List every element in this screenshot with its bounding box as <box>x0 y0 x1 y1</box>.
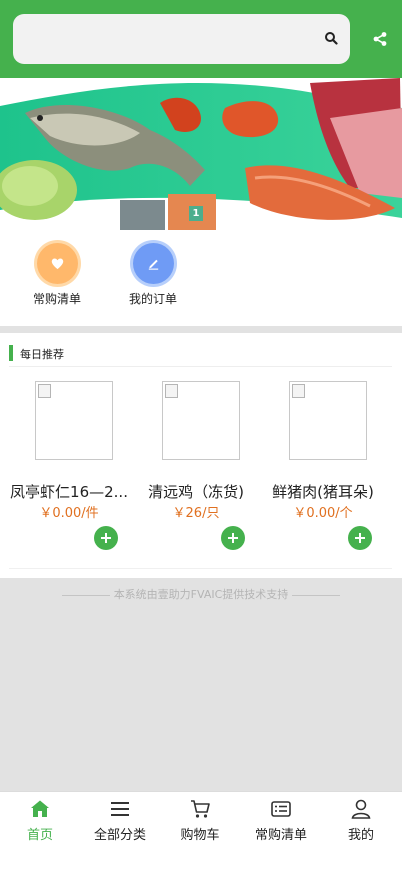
user-icon <box>351 799 371 819</box>
product-price: ￥26/只 <box>172 506 220 521</box>
product-card[interactable]: 鲜猪肉(猪耳朵) ￥0.00/个 <box>262 381 384 561</box>
divider-line <box>61 594 110 596</box>
heart-icon <box>51 258 63 270</box>
product-price: ￥0.00/件 <box>39 506 99 521</box>
cart-icon <box>191 800 210 818</box>
home-icon <box>31 800 49 817</box>
tab-all-categories[interactable]: 全部分类 <box>80 792 160 852</box>
product-card[interactable]: 清远鸡（冻货) ￥26/只 <box>135 381 257 561</box>
section-title: 每日推荐 <box>20 348 64 361</box>
quick-entries: 常购清单 我的订单 <box>0 234 402 326</box>
tab-label: 购物车 <box>180 828 220 843</box>
section-bottom-divider <box>9 568 392 569</box>
tab-label: 常购清单 <box>254 828 307 843</box>
tech-support-text: 本系统由壹助力FVAIC提供技术支持 <box>113 588 289 601</box>
edit-icon <box>148 259 158 270</box>
add-to-cart-button[interactable] <box>94 526 118 550</box>
divider-line <box>292 594 341 596</box>
top-header <box>0 0 402 78</box>
tab-cart[interactable]: 购物车 <box>160 792 240 852</box>
share-icon[interactable] <box>372 31 388 47</box>
quick-entry-frequent-list[interactable]: 常购清单 <box>17 240 97 307</box>
product-name[interactable]: 清远鸡（冻货) <box>135 481 257 502</box>
product-name[interactable]: 鲜猪肉(猪耳朵) <box>262 481 384 502</box>
tab-profile[interactable]: 我的 <box>321 792 401 852</box>
add-to-cart-button[interactable] <box>348 526 372 550</box>
promo-banner[interactable]: 1 <box>0 78 402 234</box>
broken-image-icon <box>165 384 178 398</box>
product-card[interactable]: 凤亭虾仁16—2... ￥0.00/件 <box>8 381 130 561</box>
tab-label: 我的 <box>347 828 374 843</box>
daily-recommend-section: 每日推荐 凤亭虾仁16—2... ￥0.00/件 清远鸡（冻货) ￥26/只 鲜… <box>0 333 402 578</box>
product-image[interactable] <box>289 381 367 460</box>
tab-label: 首页 <box>26 828 53 843</box>
product-image[interactable] <box>35 381 113 460</box>
bottom-tab-bar: 首页 全部分类 购物车 常购清单 我的 <box>0 791 402 869</box>
banner-page-indicator: 1 <box>189 206 203 221</box>
tech-support-note: 本系统由壹助力FVAIC提供技术支持 <box>0 586 402 602</box>
quick-entry-label: 我的订单 <box>128 292 177 306</box>
section-header: 每日推荐 <box>9 343 392 367</box>
tab-label: 全部分类 <box>93 828 146 843</box>
broken-image-icon <box>292 384 305 398</box>
product-price: ￥0.00/个 <box>293 506 353 521</box>
tab-home[interactable]: 首页 <box>0 792 80 852</box>
list-icon <box>271 801 291 817</box>
add-to-cart-button[interactable] <box>221 526 245 550</box>
section-divider <box>0 326 402 333</box>
section-accent-bar <box>9 345 13 361</box>
search-input[interactable] <box>13 14 350 64</box>
quick-entry-label: 常购清单 <box>32 292 81 306</box>
tab-frequent-list[interactable]: 常购清单 <box>241 792 321 852</box>
quick-entry-my-orders[interactable]: 我的订单 <box>113 240 193 307</box>
quick-entry-icon-ring <box>129 240 177 287</box>
menu-icon <box>111 802 129 816</box>
quick-entry-icon-ring <box>33 240 81 287</box>
product-image[interactable] <box>162 381 240 460</box>
broken-image-icon <box>38 384 51 398</box>
search-icon[interactable] <box>324 31 338 45</box>
product-name[interactable]: 凤亭虾仁16—2... <box>8 481 130 502</box>
